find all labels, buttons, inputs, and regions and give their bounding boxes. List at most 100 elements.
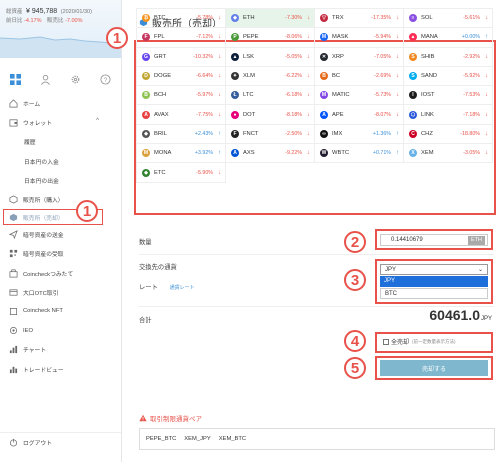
quantity-highlight: 0.14410679 ETH: [375, 229, 493, 250]
coin-change: -8.06%: [285, 34, 302, 41]
grt-coin-icon: G: [142, 52, 150, 61]
sidebar-item-ieo[interactable]: IEO: [0, 321, 121, 340]
coin-cell-ape[interactable]: A APE -8.07% ↓: [315, 105, 404, 125]
bc-coin-icon: B: [320, 72, 328, 81]
avax-coin-icon: A: [142, 110, 150, 119]
coin-symbol: APE: [332, 111, 344, 118]
coin-cell-eth[interactable]: ◆ ETH -7.30% ↓: [226, 9, 315, 29]
currency-option-btc[interactable]: BTC: [380, 288, 488, 299]
coin-cell-mana[interactable]: ▲ MANA +0.00% ↑: [404, 28, 493, 48]
arrow-down-icon: ↓: [485, 73, 488, 80]
coin-cell-iost[interactable]: I IOST -7.53% ↓: [404, 86, 493, 106]
currency-select[interactable]: JPY ⌄: [380, 264, 488, 275]
coin-cell-doge[interactable]: D DOGE -6.64% ↓: [137, 66, 226, 87]
coin-cell-btc[interactable]: ₿ BTC -5.78% ↓: [137, 9, 226, 29]
coin-symbol: IMX: [332, 130, 343, 137]
coin-cell-sand[interactable]: S SAND -5.92% ↓: [404, 66, 493, 87]
coin-cell-matic[interactable]: M MATIC -5.73% ↓: [315, 86, 404, 106]
arrow-down-icon: ↓: [396, 111, 399, 118]
sidebar-item-receive[interactable]: 暗号資産の受取: [0, 244, 121, 263]
chevron-up-icon[interactable]: ^: [96, 118, 99, 124]
coin-change: -7.53%: [463, 92, 480, 99]
coin-cell-bril[interactable]: ◆ BRIL +2.43% ↑: [137, 124, 226, 145]
arrow-down-icon: ↓: [307, 92, 310, 99]
coin-cell-avax[interactable]: A AVAX -7.75% ↓: [137, 105, 226, 125]
sell-all-checkbox[interactable]: [383, 338, 389, 345]
arrow-down-icon: ↓: [307, 150, 310, 157]
total-unit: JPY: [480, 316, 492, 322]
coin-symbol: MANA: [421, 34, 438, 41]
coin-cell-ltc[interactable]: Ł LTC -6.18% ↓: [226, 86, 315, 106]
coin-cell-link[interactable]: ⬡ LINK -7.18% ↓: [404, 105, 493, 125]
axs-coin-icon: A: [231, 149, 239, 158]
sidebar-item-jpy-deposit[interactable]: 日本円の入金: [0, 152, 121, 171]
coin-cell-mask[interactable]: M MASK -5.94% ↓: [315, 28, 404, 48]
ieo-icon: [9, 327, 18, 335]
restricted-title-text: 取引制限通貨ペア: [150, 416, 202, 423]
logout-button[interactable]: ログアウト: [0, 432, 121, 452]
tab-account[interactable]: [30, 66, 60, 92]
coin-cell-etc[interactable]: ◆ ETC -5.90% ↓: [137, 163, 226, 183]
tab-help[interactable]: ?: [91, 66, 121, 92]
coin-cell-bch[interactable]: B BCH -5.97% ↓: [137, 86, 226, 106]
coin-change: -6.18%: [285, 92, 302, 99]
sidebar-item-buy[interactable]: 販売所（購入）: [0, 190, 121, 209]
coin-cell-grt[interactable]: G GRT -10.32% ↓: [137, 47, 226, 67]
sidebar-item-wallet[interactable]: ウォレット ^: [0, 113, 121, 132]
coin-cell-pepe[interactable]: P PEPE -8.06% ↓: [226, 28, 315, 48]
coin-cell-fnct[interactable]: F FNCT -2.50% ↓: [226, 124, 315, 145]
coin-cell-lsk[interactable]: ▲ LSK -5.05% ↓: [226, 47, 315, 67]
tab-settings[interactable]: [61, 66, 91, 92]
arrow-down-icon: ↓: [485, 111, 488, 118]
tab-dashboard[interactable]: [0, 66, 30, 92]
coin-cell-bc[interactable]: B BC -2.69% ↓: [315, 66, 404, 87]
fnct-coin-icon: F: [231, 129, 239, 138]
coin-cell-trx[interactable]: ▽ TRX -17.35% ↓: [315, 9, 404, 29]
arrow-down-icon: ↓: [218, 92, 221, 99]
coin-cell-dot[interactable]: ● DOT -8.18% ↓: [226, 105, 315, 125]
coin-cell-xlm[interactable]: ✦ XLM -6.22% ↓: [226, 66, 315, 87]
coin-cell-mona[interactable]: M MONA +3.92% ↑: [137, 144, 226, 164]
gear-icon: [71, 75, 80, 83]
sidebar-item-tsumitate[interactable]: Coincheckつみたて: [0, 264, 121, 283]
coin-cell-xrp[interactable]: ✕ XRP -7.05% ↓: [315, 47, 404, 67]
sidebar-item-tradeview[interactable]: トレードビュー: [0, 359, 121, 378]
quantity-unit: ETH: [468, 236, 485, 245]
imx-coin-icon: ∞: [320, 129, 328, 138]
quantity-input[interactable]: 0.14410679 ETH: [380, 234, 488, 246]
coin-symbol: DOGE: [154, 73, 172, 80]
coin-change: +2.43%: [194, 130, 213, 137]
sidebar-item-jpy-withdraw[interactable]: 日本円の出金: [0, 171, 121, 190]
coin-cell-sol[interactable]: ≡ SOL -5.61% ↓: [404, 9, 493, 29]
sidebar-item-nft[interactable]: Coincheck NFT: [0, 302, 121, 321]
coin-symbol: LSK: [243, 53, 254, 60]
sell-button[interactable]: 売却する: [380, 360, 488, 376]
coin-symbol: ETC: [154, 169, 166, 176]
coin-change: -5.97%: [196, 92, 213, 99]
coin-cell-imx[interactable]: ∞ IMX +1.36% ↑: [315, 124, 404, 145]
etc-coin-icon: ◆: [142, 168, 150, 177]
arrow-up-icon: ↑: [218, 130, 221, 137]
coin-cell-shib[interactable]: S SHIB -2.92% ↓: [404, 47, 493, 67]
coin-cell-fpl[interactable]: F FPL -7.12% ↓: [137, 28, 226, 48]
coin-symbol: CHZ: [421, 130, 433, 137]
sidebar-item-chart[interactable]: チャート: [0, 340, 121, 359]
coin-symbol: IOST: [421, 92, 435, 99]
sidebar-item-send[interactable]: 暗号資産の送金: [0, 225, 121, 244]
rate-link[interactable]: 通貨レート: [170, 285, 195, 291]
sidebar-item-history[interactable]: 履歴: [0, 132, 121, 151]
arrow-down-icon: ↓: [485, 130, 488, 137]
coin-cell-wbtc[interactable]: W WBTC +0.71% ↑: [315, 144, 404, 164]
currency-option-jpy[interactable]: JPY: [380, 276, 488, 287]
power-icon: [9, 438, 18, 447]
sell-all-note: (前一定数量表示方法): [412, 338, 456, 344]
restricted-pair: PEPE_BTC: [146, 436, 177, 442]
app-window: 総資産 ¥ 945,788 (2020/01/30) 前日比 -4.17% 販売…: [0, 0, 500, 462]
coin-cell-xem[interactable]: X XEM -3.05% ↓: [404, 144, 493, 164]
coin-cell-axs[interactable]: A AXS -9.22% ↓: [226, 144, 315, 164]
sidebar-item-otc[interactable]: 大口OTC取引: [0, 283, 121, 302]
sidebar-item-home[interactable]: ホーム: [0, 94, 121, 113]
arrow-down-icon: ↓: [218, 111, 221, 118]
coin-cell-chz[interactable]: C CHZ -18.80% ↓: [404, 124, 493, 145]
quantity-label: 数量: [139, 239, 152, 246]
